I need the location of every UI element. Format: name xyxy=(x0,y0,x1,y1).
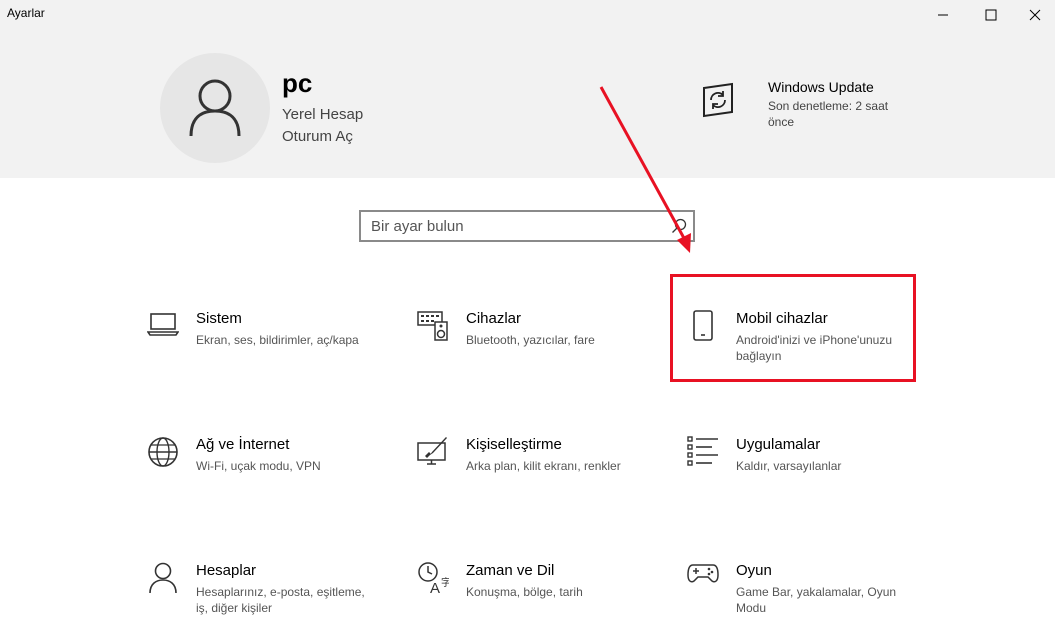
svg-text:A: A xyxy=(430,580,440,594)
minimize-icon xyxy=(938,14,948,16)
tile-title: Oyun xyxy=(736,562,772,579)
tile-description: Kaldır, varsayılanlar xyxy=(736,459,842,473)
avatar[interactable] xyxy=(160,53,270,163)
globe-icon xyxy=(146,436,180,470)
account-type: Yerel Hesap xyxy=(282,106,364,123)
apps-list-icon xyxy=(686,436,720,470)
window-title: Ayarlar xyxy=(7,6,45,20)
person-icon xyxy=(146,562,180,596)
tile-title: Ağ ve İnternet xyxy=(196,436,290,453)
tile-description: Ekran, ses, bildirimler, aç/kapa xyxy=(196,333,359,347)
search-box[interactable] xyxy=(359,210,695,242)
tile-description: Bluetooth, yazıcılar, fare xyxy=(466,333,595,347)
user-avatar-icon xyxy=(189,79,241,137)
tile-time-language[interactable]: A字 Zaman ve Dil Konuşma, bölge, tarih xyxy=(416,562,656,632)
tile-personalization[interactable]: Kişiselleştirme Arka plan, kilit ekranı,… xyxy=(416,436,656,506)
paint-icon xyxy=(416,436,450,470)
close-button[interactable] xyxy=(1012,0,1055,30)
tile-title: Sistem xyxy=(196,310,242,327)
tile-title: Cihazlar xyxy=(466,310,522,327)
windows-update-title: Windows Update xyxy=(768,79,874,95)
time-language-icon: A字 xyxy=(416,562,450,596)
windows-update-icon xyxy=(703,82,733,118)
windows-update-status: Son denetleme: 2 saat önce xyxy=(768,99,889,129)
tile-description: Wi-Fi, uçak modu, VPN xyxy=(196,459,321,473)
signin-link[interactable]: Oturum Aç xyxy=(282,128,353,145)
tile-description: Arka plan, kilit ekranı, renkler xyxy=(466,459,621,473)
search-input[interactable] xyxy=(371,216,661,236)
laptop-icon xyxy=(146,310,180,344)
tile-apps[interactable]: Uygulamalar Kaldır, varsayılanlar xyxy=(686,436,926,506)
gamepad-icon xyxy=(686,562,720,596)
tile-title: Uygulamalar xyxy=(736,436,821,453)
tile-description: Konuşma, bölge, tarih xyxy=(466,585,583,599)
maximize-icon xyxy=(985,9,997,21)
tile-title: Mobil cihazlar xyxy=(736,310,828,327)
tile-description: Hesaplarınız, e-posta, eşitleme, iş, diğ… xyxy=(196,585,365,615)
tile-title: Hesaplar xyxy=(196,562,257,579)
tile-network-internet[interactable]: Ağ ve İnternet Wi-Fi, uçak modu, VPN xyxy=(146,436,386,506)
tile-mobile-devices[interactable]: Mobil cihazlar Android'inizi ve iPhone'u… xyxy=(686,310,926,380)
tile-system[interactable]: Sistem Ekran, ses, bildirimler, aç/kapa xyxy=(146,310,386,380)
keyboard-speaker-icon xyxy=(416,310,450,344)
tile-gaming[interactable]: Oyun Game Bar, yakalamalar, Oyun Modu xyxy=(686,562,926,632)
search-icon xyxy=(672,218,687,233)
close-icon xyxy=(1029,9,1041,21)
account-name: pc xyxy=(282,68,313,98)
maximize-button[interactable] xyxy=(968,0,1014,30)
windows-update-shortcut[interactable]: Windows Update Son denetleme: 2 saat önc… xyxy=(700,78,900,138)
tile-title: Kişiselleştirme xyxy=(466,436,562,453)
tile-accounts[interactable]: Hesaplar Hesaplarınız, e-posta, eşitleme… xyxy=(146,562,386,632)
tile-description: Game Bar, yakalamalar, Oyun Modu xyxy=(736,585,897,615)
tile-title: Zaman ve Dil xyxy=(466,562,555,579)
title-bar: Ayarlar xyxy=(0,0,1055,30)
svg-text:字: 字 xyxy=(441,576,449,589)
tile-devices[interactable]: Cihazlar Bluetooth, yazıcılar, fare xyxy=(416,310,656,380)
tile-description: Android'inizi ve iPhone'unuzu bağlayın xyxy=(736,333,893,363)
phone-icon xyxy=(686,310,720,344)
minimize-button[interactable] xyxy=(920,0,966,30)
